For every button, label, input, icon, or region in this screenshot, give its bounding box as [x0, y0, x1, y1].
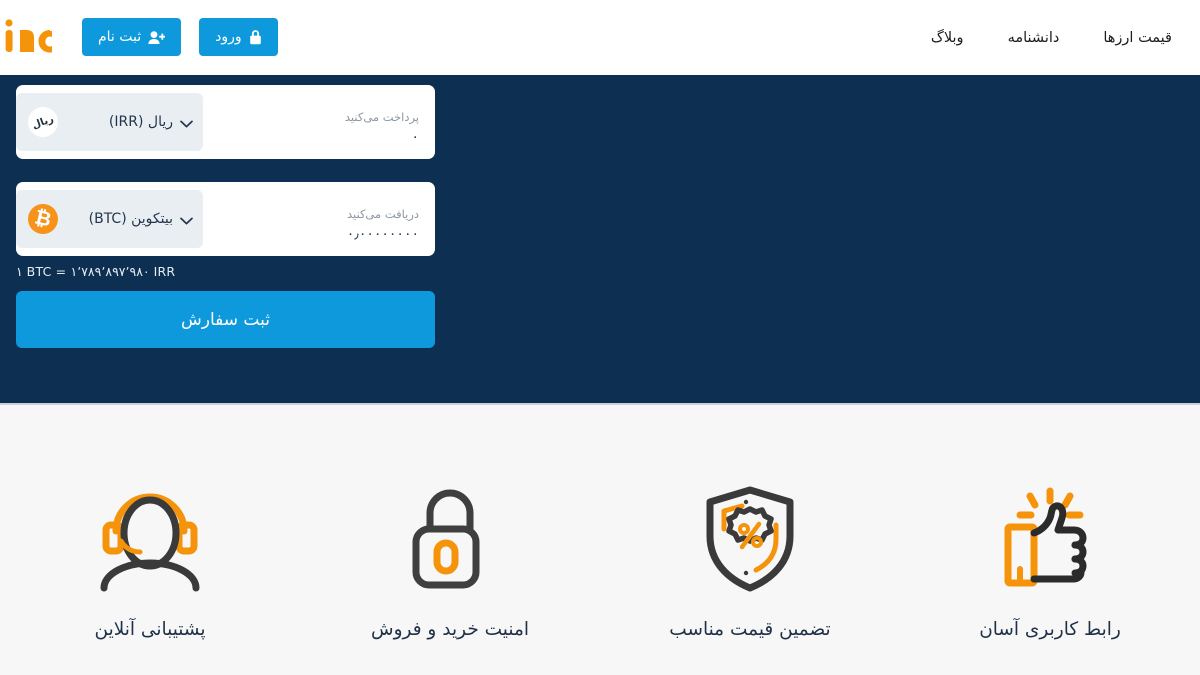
receive-field: دریافت می‌کنید ۰٫۰۰۰۰۰۰۰۰ بیتکوین (BTC) …	[16, 182, 435, 256]
pay-amount-value: ۰	[411, 129, 419, 146]
features-section: پشتیبانی آنلاین امنیت خرید و فروش تضمین …	[0, 405, 1200, 673]
chevron-down-icon	[180, 210, 193, 229]
nav-link-encyclopedia[interactable]: دانشنامه	[1008, 30, 1060, 46]
login-button-label: ورود	[215, 29, 242, 45]
receive-currency-name: بیتکوین (BTC)	[88, 211, 173, 227]
submit-order-button[interactable]: ثبت سفارش	[16, 291, 435, 348]
exchange-widget: پرداخت می‌کنید ۰ ریال (IRR) ریال	[16, 85, 435, 348]
chevron-down-icon	[180, 113, 193, 132]
thumbs-up-icon	[998, 485, 1102, 593]
pay-field-label: پرداخت می‌کنید	[344, 109, 419, 124]
site-header: ثبت نام ورود قیمت ارزها دانشنامه وبلاگ	[0, 0, 1200, 75]
signup-button[interactable]: ثبت نام	[82, 18, 182, 56]
receive-amount-value: ۰٫۰۰۰۰۰۰۰۰	[346, 226, 419, 243]
feature-trade-security: امنیت خرید و فروش	[300, 485, 600, 640]
feature-online-support: پشتیبانی آنلاین	[0, 485, 300, 640]
hero-section: پرداخت می‌کنید ۰ ریال (IRR) ریال	[0, 75, 1200, 405]
receive-currency-select[interactable]: بیتکوین (BTC) ₿	[16, 190, 203, 248]
pay-currency-name: ریال (IRR)	[108, 114, 173, 130]
receive-field-label: دریافت می‌کنید	[346, 206, 419, 221]
pay-amount-input[interactable]: پرداخت می‌کنید ۰	[212, 85, 435, 159]
login-button[interactable]: ورود	[199, 18, 278, 56]
pay-currency-select[interactable]: ریال (IRR) ریال	[16, 93, 203, 151]
feature-label: تضمین قیمت مناسب	[669, 619, 831, 640]
padlock-icon	[404, 485, 496, 593]
nav-link-blog[interactable]: وبلاگ	[931, 30, 964, 46]
lock-icon	[249, 29, 262, 45]
nav-link-currency-prices[interactable]: قیمت ارزها	[1103, 30, 1172, 46]
receive-amount-input[interactable]: دریافت می‌کنید ۰٫۰۰۰۰۰۰۰۰	[212, 182, 435, 256]
logo-mark-icon	[5, 19, 52, 53]
site-logo[interactable]	[0, 14, 52, 60]
signup-button-label: ثبت نام	[98, 29, 142, 45]
btc-coin-icon: ₿	[28, 204, 58, 234]
auth-buttons: ثبت نام ورود	[82, 18, 278, 56]
main-navigation: قیمت ارزها دانشنامه وبلاگ	[931, 0, 1172, 75]
user-plus-icon	[148, 30, 166, 45]
headset-support-icon	[98, 485, 202, 593]
feature-label: امنیت خرید و فروش	[370, 619, 530, 640]
feature-label: پشتیبانی آنلاین	[94, 619, 206, 640]
feature-easy-ui: رابط کاربری آسان	[900, 485, 1200, 640]
submit-order-label: ثبت سفارش	[181, 309, 270, 330]
irr-coin-symbol: ریال	[30, 113, 56, 131]
shield-percent-icon	[700, 485, 800, 593]
btc-coin-symbol: ₿	[32, 204, 54, 232]
feature-price-guarantee: تضمین قیمت مناسب	[600, 485, 900, 640]
exchange-rate-text: ۱ BTC = ۱٬۷۸۹٬۸۹۷٬۹۸۰ IRR	[16, 264, 176, 279]
irr-coin-icon: ریال	[28, 107, 58, 137]
pay-field: پرداخت می‌کنید ۰ ریال (IRR) ریال	[16, 85, 435, 159]
feature-label: رابط کاربری آسان	[979, 619, 1121, 640]
